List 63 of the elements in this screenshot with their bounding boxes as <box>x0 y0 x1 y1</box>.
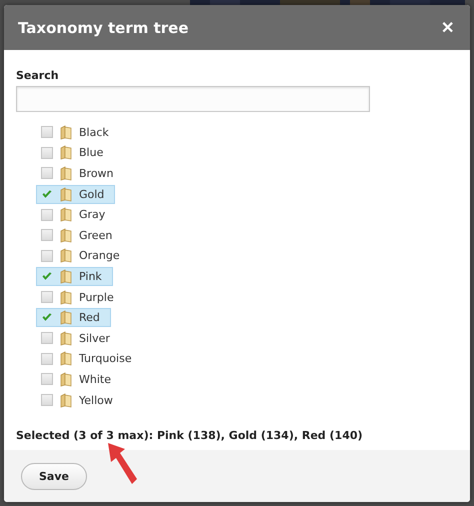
tree-item[interactable]: Yellow <box>36 390 124 410</box>
folder-icon <box>59 228 73 243</box>
term-label: Blue <box>79 146 104 160</box>
search-field[interactable] <box>16 86 370 112</box>
folder-icon <box>59 166 73 181</box>
folder-icon <box>59 351 73 366</box>
tree-item[interactable]: Gray <box>36 205 116 224</box>
selected-term[interactable]: Red <box>36 308 111 328</box>
folder-icon <box>59 248 73 264</box>
tree-item[interactable]: Turquoise <box>36 349 143 368</box>
checkbox[interactable] <box>41 373 53 386</box>
selected-term[interactable]: Pink <box>36 266 113 286</box>
tree-item[interactable]: Silver <box>36 328 121 348</box>
tree-item[interactable]: Black <box>36 122 120 142</box>
checkbox[interactable] <box>41 394 53 406</box>
term-label: Pink <box>79 270 102 283</box>
folder-icon <box>59 290 73 305</box>
folder-icon <box>59 124 73 140</box>
tree-item[interactable]: White <box>36 370 122 389</box>
folder-icon <box>59 392 73 408</box>
checkbox[interactable] <box>41 229 53 242</box>
term-label: Black <box>79 126 109 139</box>
folder-icon <box>59 186 73 202</box>
term-label: Purple <box>79 290 114 304</box>
folder-icon <box>59 207 73 222</box>
folder-icon <box>59 145 73 160</box>
folder-icon <box>59 310 73 326</box>
term-label: Gold <box>79 188 104 201</box>
checkbox[interactable] <box>41 146 53 159</box>
checkbox[interactable] <box>41 188 53 200</box>
tree-item[interactable]: Blue <box>36 143 114 162</box>
search-label: Search <box>16 69 60 82</box>
checkbox[interactable] <box>41 291 53 304</box>
checkbox[interactable] <box>41 167 53 180</box>
folder-icon <box>59 268 73 284</box>
close-button[interactable]: ✕ <box>441 18 454 38</box>
checkbox[interactable] <box>41 126 53 138</box>
arrow-icon <box>105 441 139 487</box>
tree-item[interactable]: Green <box>36 226 124 245</box>
term-label: Orange <box>79 249 120 262</box>
term-label: White <box>79 372 111 386</box>
tree-item[interactable]: Brown <box>36 164 125 183</box>
save-button[interactable]: Save <box>21 462 87 490</box>
checkbox[interactable] <box>41 250 53 262</box>
folder-icon <box>59 372 73 387</box>
checkbox[interactable] <box>41 332 53 344</box>
dialog-title: Taxonomy term tree <box>18 18 189 36</box>
term-label: Red <box>79 311 100 324</box>
selected-term[interactable]: Gold <box>36 184 116 204</box>
term-label: Green <box>79 228 112 242</box>
checkbox[interactable] <box>41 312 53 324</box>
term-label: Yellow <box>79 394 113 407</box>
term-label: Turquoise <box>79 352 132 366</box>
folder-icon <box>59 330 73 346</box>
checkbox[interactable] <box>41 270 53 282</box>
checkbox[interactable] <box>41 352 53 365</box>
tree-item[interactable]: Orange <box>36 246 131 266</box>
term-label: Brown <box>79 166 114 180</box>
term-label: Silver <box>79 332 110 345</box>
checkbox[interactable] <box>41 208 53 221</box>
selection-summary: Selected (3 of 3 max): Pink (138), Gold (134), Red (140) <box>16 429 364 442</box>
tree-item[interactable]: Purple <box>36 288 125 307</box>
term-label: Gray <box>79 208 106 222</box>
